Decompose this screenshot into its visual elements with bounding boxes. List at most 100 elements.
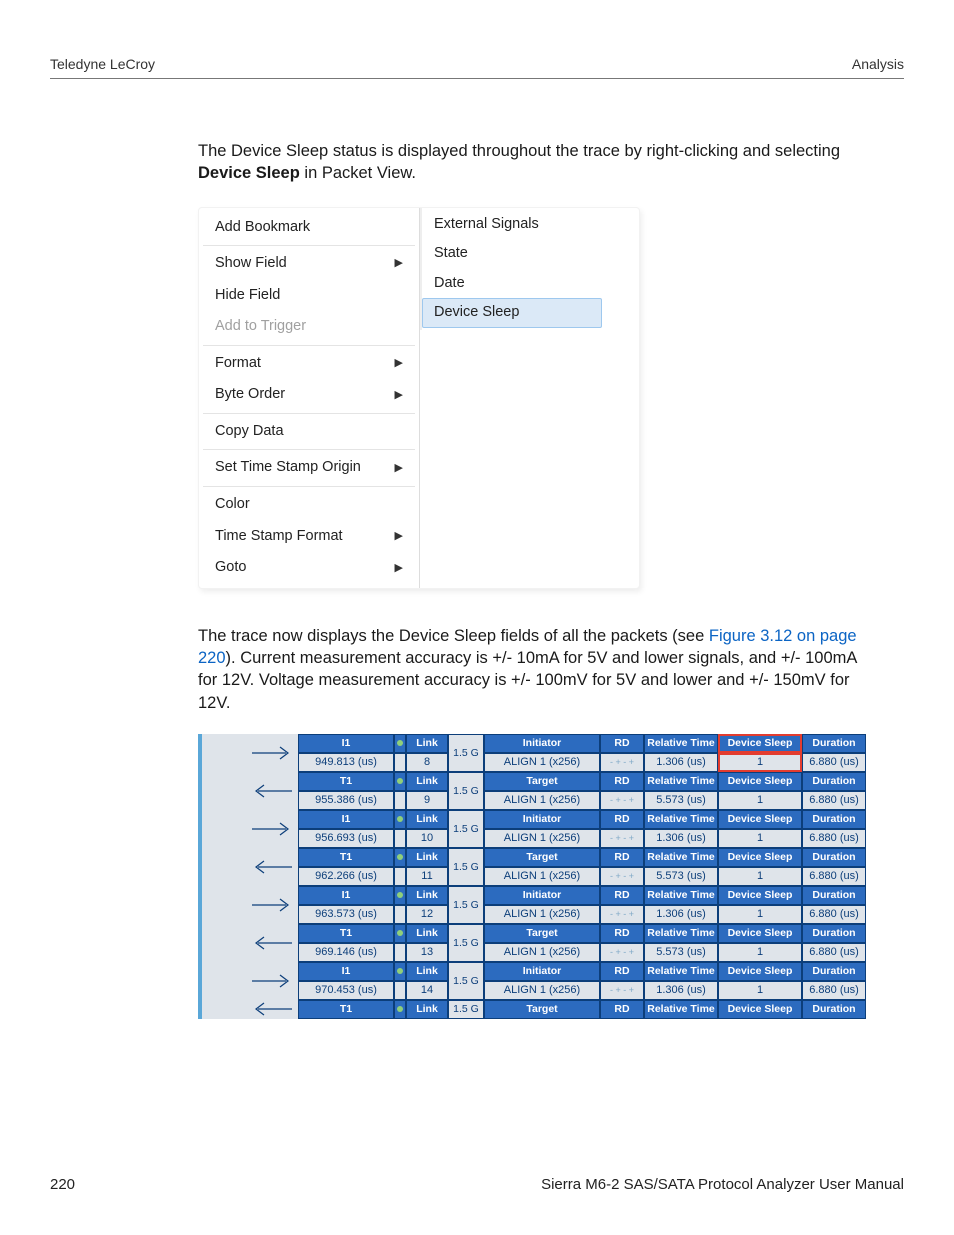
- trace-row: I1Link956.693 (us)101.5 GInitiatorRDRela…: [202, 810, 874, 848]
- menu-item[interactable]: Add Bookmark: [199, 212, 419, 244]
- col-devsleep: Device Sleep: [718, 848, 802, 867]
- menu-separator: [203, 245, 415, 246]
- trace-row: I1Link963.573 (us)121.5 GInitiatorRDRela…: [202, 886, 874, 924]
- col-devsleep: Device Sleep: [718, 924, 802, 943]
- chevron-right-icon: ▶: [395, 256, 403, 271]
- col-devsleep: Device Sleep: [718, 886, 802, 905]
- direction-arrow-icon: [202, 962, 298, 1000]
- val-link: 11: [406, 867, 448, 886]
- val-reltime: 1.306 (us): [644, 829, 718, 848]
- col-rd: RD: [600, 962, 644, 981]
- status-dot-icon: [394, 1000, 406, 1019]
- col-reltime: Relative Time: [644, 1000, 718, 1019]
- val-duration: 6.880 (us): [802, 829, 866, 848]
- menu-separator: [203, 449, 415, 450]
- val-devsleep: 1: [718, 943, 802, 962]
- rate-cell: 1.5 G: [448, 924, 484, 962]
- val-duration: 6.880 (us): [802, 905, 866, 924]
- menu-item[interactable]: Hide Field: [199, 280, 419, 312]
- col-link: Link: [406, 848, 448, 867]
- val-duration: 6.880 (us): [802, 867, 866, 886]
- val-time: 949.813 (us): [298, 753, 394, 772]
- spacer: [394, 981, 406, 1000]
- val-duration: 6.880 (us): [802, 791, 866, 810]
- status-dot-icon: [394, 962, 406, 981]
- val-align: ALIGN 1 (x256): [484, 791, 600, 810]
- trace-row: T1Link1.5 GTargetRDRelative TimeDevice S…: [202, 1000, 874, 1019]
- col-duration: Duration: [802, 772, 866, 791]
- val-reltime: 1.306 (us): [644, 981, 718, 1000]
- val-devsleep: 1: [718, 867, 802, 886]
- row-label: I1: [298, 734, 394, 753]
- context-menu: Add BookmarkShow Field▶Hide FieldAdd to …: [199, 208, 420, 588]
- col-reltime: Relative Time: [644, 924, 718, 943]
- menu-item[interactable]: Goto▶: [199, 552, 419, 584]
- header-right: Analysis: [852, 56, 904, 72]
- context-submenu: External SignalsStateDateDevice Sleep: [420, 208, 602, 330]
- val-reltime: 1.306 (us): [644, 753, 718, 772]
- menu-item[interactable]: Byte Order▶: [199, 379, 419, 411]
- val-reltime: 1.306 (us): [644, 905, 718, 924]
- direction-arrow-icon: [202, 886, 298, 924]
- spacer: [394, 753, 406, 772]
- rate-cell: 1.5 G: [448, 810, 484, 848]
- col-duration: Duration: [802, 810, 866, 829]
- row-label: T1: [298, 848, 394, 867]
- chevron-right-icon: ▶: [395, 561, 403, 576]
- direction-arrow-icon: [202, 848, 298, 886]
- menu-item[interactable]: Format▶: [199, 348, 419, 380]
- direction-arrow-icon: [202, 734, 298, 772]
- chevron-right-icon: ▶: [395, 529, 403, 544]
- col-role: Initiator: [484, 734, 600, 753]
- status-dot-icon: [394, 810, 406, 829]
- chevron-right-icon: ▶: [395, 356, 403, 371]
- rate-cell: 1.5 G: [448, 1000, 484, 1019]
- direction-arrow-icon: [202, 810, 298, 848]
- row-label: T1: [298, 772, 394, 791]
- submenu-item[interactable]: Date: [422, 269, 602, 299]
- val-time: 963.573 (us): [298, 905, 394, 924]
- p2-b: ). Current measurement accuracy is +/- 1…: [198, 649, 857, 712]
- status-dot-icon: [394, 848, 406, 867]
- val-align: ALIGN 1 (x256): [484, 981, 600, 1000]
- menu-item[interactable]: Show Field▶: [199, 248, 419, 280]
- col-duration: Duration: [802, 848, 866, 867]
- spacer: [394, 829, 406, 848]
- menu-item[interactable]: Set Time Stamp Origin▶: [199, 452, 419, 484]
- status-dot-icon: [394, 772, 406, 791]
- col-link: Link: [406, 734, 448, 753]
- menu-item[interactable]: Time Stamp Format▶: [199, 521, 419, 553]
- val-rd: - + - +: [600, 753, 644, 772]
- val-align: ALIGN 1 (x256): [484, 753, 600, 772]
- val-link: 12: [406, 905, 448, 924]
- col-reltime: Relative Time: [644, 848, 718, 867]
- val-link: 10: [406, 829, 448, 848]
- trace-row: I1Link949.813 (us)81.5 GInitiatorRDRelat…: [202, 734, 874, 772]
- val-devsleep: 1: [718, 753, 802, 772]
- menu-separator: [203, 486, 415, 487]
- col-duration: Duration: [802, 1000, 866, 1019]
- col-duration: Duration: [802, 886, 866, 905]
- submenu-item[interactable]: State: [422, 239, 602, 269]
- status-dot-icon: [394, 734, 406, 753]
- col-duration: Duration: [802, 924, 866, 943]
- p1-bold: Device Sleep: [198, 164, 300, 182]
- val-rd: - + - +: [600, 829, 644, 848]
- paragraph-1: The Device Sleep status is displayed thr…: [198, 140, 878, 185]
- val-rd: - + - +: [600, 943, 644, 962]
- submenu-item[interactable]: External Signals: [422, 210, 602, 240]
- val-devsleep: 1: [718, 905, 802, 924]
- menu-item[interactable]: Color: [199, 489, 419, 521]
- col-role: Initiator: [484, 962, 600, 981]
- status-dot-icon: [394, 886, 406, 905]
- val-duration: 6.880 (us): [802, 943, 866, 962]
- col-devsleep: Device Sleep: [718, 962, 802, 981]
- submenu-item[interactable]: Device Sleep: [422, 298, 602, 328]
- val-rd: - + - +: [600, 981, 644, 1000]
- rate-cell: 1.5 G: [448, 734, 484, 772]
- val-rd: - + - +: [600, 905, 644, 924]
- val-devsleep: 1: [718, 791, 802, 810]
- menu-item[interactable]: Copy Data: [199, 416, 419, 448]
- col-link: Link: [406, 886, 448, 905]
- val-time: 970.453 (us): [298, 981, 394, 1000]
